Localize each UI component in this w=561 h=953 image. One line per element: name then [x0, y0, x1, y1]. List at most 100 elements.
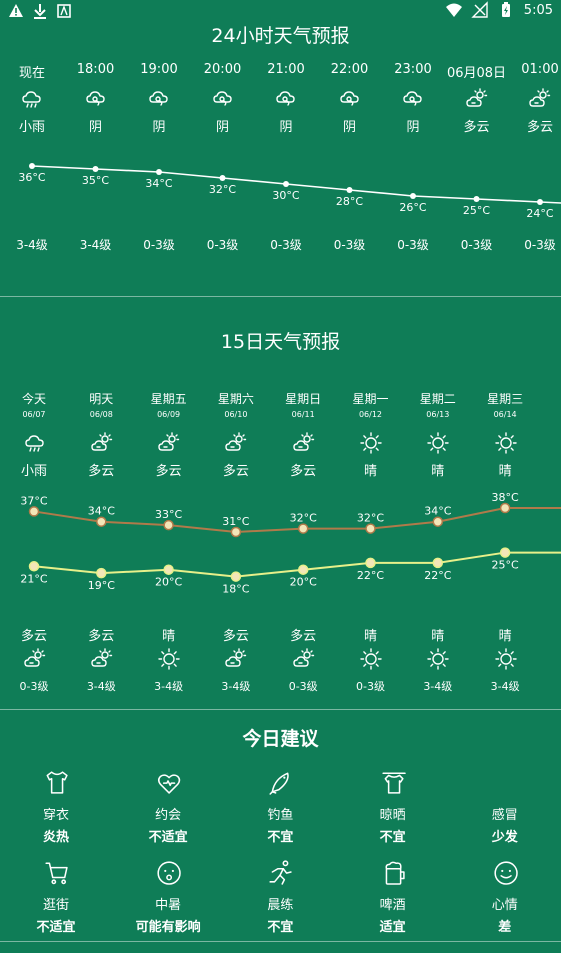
daily-date: 06/11: [291, 410, 315, 419]
hourly-weather: 阴: [342, 120, 356, 135]
section-divider: [0, 296, 561, 297]
hourly-time: 22:00: [330, 62, 369, 77]
daily-day-weather: 多云: [155, 464, 182, 479]
daily-day-weather: 晴: [363, 464, 377, 479]
sun-icon: [360, 648, 382, 670]
advice-label: 穿衣: [42, 808, 69, 823]
overcast-icon: [212, 88, 234, 110]
hourly-temp-point: [219, 175, 226, 181]
hourly-temp-point: [283, 181, 289, 187]
daily-high-point: [365, 523, 376, 534]
hourly-time: 18:00: [76, 62, 115, 77]
no-signal-icon: [471, 1, 488, 18]
daily-night-weather: 多云: [88, 629, 115, 644]
daily-low-label: 19°C: [88, 579, 115, 592]
advice-value: 炎热: [42, 830, 69, 845]
advice-label: 钓鱼: [267, 808, 294, 823]
hourly-wind: 0-3级: [333, 238, 366, 252]
hourly-wind: 0-3级: [143, 238, 175, 252]
daily-high-label: 31°C: [222, 515, 249, 528]
daily-low-point: [28, 561, 40, 572]
hourly-temp-point: [410, 193, 416, 199]
hourly-temp-point: [346, 187, 353, 193]
partly-cloudy-icon: [292, 432, 315, 454]
advice-value: 不适宜: [36, 920, 76, 935]
daily-day-name: 星期六: [217, 392, 254, 406]
daily-night-weather: 多云: [222, 629, 249, 644]
daily-wind: 0-3级: [19, 680, 49, 693]
daily-low-label: 22°C: [424, 569, 451, 582]
daily-date: 06/09: [157, 410, 181, 419]
daily-high-label: 33°C: [155, 508, 182, 521]
sun-icon: [427, 432, 449, 454]
daily-date: 06/12: [358, 410, 383, 419]
daily-high-label: 34°C: [424, 505, 451, 518]
section-divider: [0, 709, 561, 710]
hourly-forecast-title: 24小时天气预报: [211, 25, 350, 47]
daily-high-point: [96, 516, 107, 527]
hourly-weather: 阴: [215, 120, 229, 135]
hourly-time: 21:00: [267, 62, 305, 77]
heart-icon: [156, 770, 181, 794]
advice-label: 心情: [491, 898, 518, 913]
daily-day-weather: 多云: [222, 464, 249, 479]
face-icon: [156, 860, 181, 885]
daily-low-point: [499, 547, 511, 558]
daily-day-weather: 多云: [88, 464, 115, 479]
daily-low-label: 20°C: [155, 576, 182, 589]
beer-icon: [381, 860, 405, 885]
advice-label: 晨练: [267, 898, 294, 913]
hourly-weather: 小雨: [18, 120, 45, 135]
partly-cloudy-icon: [292, 648, 315, 670]
hourly-temp-label: 32°C: [209, 183, 236, 196]
daily-day-name: 星期日: [285, 392, 322, 406]
daily-wind: 0-3级: [356, 680, 385, 693]
bottom-divider: [0, 941, 561, 942]
hourly-temp-point: [156, 169, 162, 175]
partly-cloudy-icon: [23, 648, 46, 670]
hourly-temp-label: 24°C: [526, 207, 553, 220]
daily-low-point: [432, 557, 444, 569]
hourly-temp-label: 28°C: [336, 195, 363, 208]
warning-icon: [8, 3, 24, 19]
rain-cloud-icon: [21, 88, 43, 110]
advice-value: 不宜: [267, 830, 294, 845]
daily-day-weather: 晴: [431, 464, 445, 479]
shirt-icon: [44, 770, 68, 794]
daily-date: 06/07: [22, 410, 46, 419]
hourly-wind: 0-3级: [524, 238, 556, 252]
overcast-icon: [402, 88, 424, 110]
advice-value: 不宜: [379, 830, 406, 845]
daily-day-name: 明天: [89, 392, 114, 406]
daily-low-point: [96, 567, 107, 579]
hourly-temp-label: 30°C: [272, 189, 299, 202]
hourly-wind: 3-4级: [79, 238, 112, 252]
daily-high-label: 38°C: [492, 491, 519, 504]
advice-title: 今日建议: [242, 728, 319, 750]
partly-cloudy-icon: [91, 432, 113, 454]
hourly-temp-label: 36°C: [18, 171, 45, 184]
daily-high-point: [297, 523, 309, 534]
hourly-wind: 0-3级: [397, 238, 429, 252]
hourly-temp-label: 34°C: [145, 177, 172, 190]
daily-high-label: 34°C: [88, 505, 115, 518]
hourly-wind: 0-3级: [270, 238, 302, 252]
daily-day-name: 星: [539, 390, 561, 407]
rain-cloud-icon: [24, 432, 46, 454]
daily-date: 06/08: [89, 410, 113, 419]
daily-low-label: 22°C: [357, 569, 384, 582]
daily-day-weather: 小雨: [20, 464, 47, 479]
advice-label: 啤酒: [379, 898, 406, 913]
overcast-icon: [275, 88, 297, 110]
daily-low-point: [163, 564, 174, 575]
daily-night-weather: 晴: [162, 629, 176, 644]
fish-icon: [268, 770, 292, 795]
daily-high-point: [28, 506, 40, 517]
partly-cloudy-icon: [465, 88, 488, 110]
daily-day-weather: 晴: [498, 464, 512, 479]
hourly-weather: 多云: [463, 120, 490, 135]
advice-value: 不宜: [267, 920, 294, 935]
sun-icon: [494, 432, 517, 454]
hourly-temp-point: [92, 166, 99, 172]
hourly-temperature-chart: 36°C 35°C 34°C 32°C 30°C 28°C 26°C 25°C 24°C: [18, 163, 561, 220]
